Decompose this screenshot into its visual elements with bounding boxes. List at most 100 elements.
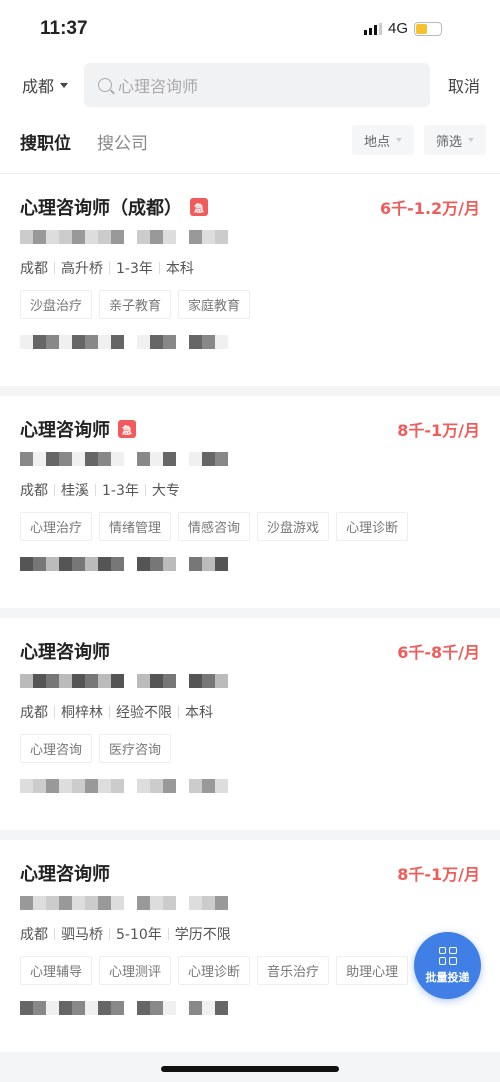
skill-tag: 心理测评	[99, 956, 172, 985]
meta-item: 本科	[165, 261, 194, 277]
meta-item: 桐梓林	[61, 705, 103, 721]
divider	[54, 484, 55, 496]
blurred-text	[20, 1001, 480, 1015]
location-filter[interactable]: 地点	[351, 125, 414, 155]
job-meta: 成都 驷马桥 5-10年 学历不限	[20, 924, 480, 944]
skill-tag: 情感咨询	[178, 512, 251, 541]
city-selector[interactable]: 成都	[22, 73, 84, 97]
signal-icon	[363, 22, 382, 35]
skill-tag: 情绪管理	[99, 512, 172, 541]
search-query: 心理咨询师	[118, 77, 199, 96]
salary: 6千-8千/月	[397, 643, 480, 662]
caret-down-icon	[60, 82, 69, 88]
search-bar: 成都 心理咨询师 取消	[0, 60, 500, 110]
skill-tag: 亲子教育	[99, 290, 172, 319]
job-meta: 成都 桂溪 1-3年 大专	[20, 480, 480, 500]
divider	[109, 928, 110, 940]
cancel-button[interactable]: 取消	[448, 73, 480, 97]
battery-icon	[414, 21, 442, 36]
salary: 8千-1万/月	[397, 421, 480, 440]
skill-tag: 心理治疗	[20, 512, 93, 541]
urgent-badge: 急	[118, 420, 136, 438]
job-meta: 成都 桐梓林 经验不限 本科	[20, 702, 480, 722]
meta-item: 成都	[20, 705, 48, 721]
blurred-text	[20, 896, 480, 910]
city-label: 成都	[22, 77, 55, 96]
tag-list: 心理治疗 情绪管理 情感咨询 沙盘游戏 心理诊断	[20, 512, 480, 541]
job-card[interactable]: 心理咨询师 6千-8千/月成都 桐梓林 经验不限 本科心理咨询 医疗咨询	[0, 618, 500, 830]
meta-item: 大专	[151, 483, 180, 499]
salary: 8千-1万/月	[397, 865, 480, 884]
meta-item: 桂溪	[61, 483, 89, 499]
tag-list: 沙盘治疗 亲子教育 家庭教育	[20, 290, 480, 319]
meta-item: 1-3年	[102, 483, 139, 499]
skill-tag: 心理辅导	[20, 956, 93, 985]
caret-down-icon	[468, 138, 474, 142]
meta-item: 成都	[20, 927, 48, 943]
skill-tag: 心理诊断	[336, 512, 409, 541]
job-title: 心理咨询师	[20, 864, 110, 885]
blurred-text	[20, 452, 480, 466]
batch-apply-button[interactable]: 批量投递	[414, 932, 481, 999]
divider	[109, 706, 110, 718]
divider	[109, 262, 110, 274]
search-input[interactable]: 心理咨询师	[84, 63, 430, 107]
job-title: 心理咨询师	[20, 642, 110, 663]
divider	[158, 262, 160, 274]
job-card[interactable]: 心理咨询师（成都） 急 6千-1.2万/月成都 高升桥 1-3年 本科沙盘治疗 亲子教育 家庭…	[0, 174, 500, 386]
divider	[54, 928, 55, 940]
home-indicator	[161, 1066, 339, 1072]
meta-item: 学历不限	[174, 927, 231, 943]
blurred-text	[20, 335, 480, 349]
status-bar: 11:37 4G	[0, 0, 500, 60]
blurred-text	[20, 779, 480, 793]
divider	[54, 262, 55, 274]
blurred-text	[20, 557, 480, 571]
skill-tag: 家庭教育	[178, 290, 251, 319]
filter-button[interactable]: 筛选	[423, 125, 486, 155]
blurred-text	[20, 230, 480, 244]
clock: 11:37	[40, 18, 88, 39]
filter-label: 筛选	[435, 134, 462, 150]
skill-tag: 医疗咨询	[99, 734, 172, 763]
skill-tag: 心理诊断	[178, 956, 251, 985]
skill-tag: 助理心理	[336, 956, 409, 985]
tag-list: 心理辅导 心理测评 心理诊断 音乐治疗 助理心理	[20, 956, 480, 985]
location-filter-label: 地点	[363, 134, 390, 150]
job-card[interactable]: 心理咨询师急 8千-1万/月成都 桂溪 1-3年 大专心理治疗 情绪管理 情感咨询 沙盘游戏心…	[0, 396, 500, 608]
divider	[178, 706, 179, 718]
tag-list: 心理咨询 医疗咨询	[20, 734, 480, 763]
skill-tag: 沙盘游戏	[257, 512, 330, 541]
skill-tag: 心理咨询	[20, 734, 93, 763]
divider	[144, 484, 146, 496]
meta-item: 成都	[20, 261, 48, 277]
job-title: 心理咨询师（成都）	[20, 198, 182, 219]
tab-bar: 搜职位 搜公司 地点 筛选	[0, 110, 500, 178]
tab-companies[interactable]: 搜公司	[97, 129, 148, 154]
divider	[95, 484, 96, 496]
status-icons: 4G	[363, 20, 442, 37]
skill-tag: 音乐治疗	[257, 956, 330, 985]
meta-item: 成都	[20, 483, 48, 499]
salary: 6千-1.2万/月	[380, 199, 480, 218]
meta-item: 经验不限	[116, 705, 172, 721]
divider	[54, 706, 55, 718]
meta-item: 本科	[185, 705, 213, 721]
divider	[167, 928, 169, 940]
urgent-badge: 急	[190, 198, 208, 216]
job-list: 心理咨询师（成都）急 6千-1.2万/月 成都 高升桥 1-3年 本科 沙盘治疗 亲子教育 家庭…	[0, 174, 500, 1052]
job-meta: 成都 高升桥 1-3年 本科	[20, 258, 480, 278]
meta-item: 5-10年	[116, 927, 162, 943]
meta-item: 高升桥	[61, 261, 103, 277]
meta-item: 1-3年	[116, 261, 153, 277]
skill-tag: 沙盘治疗	[20, 290, 93, 319]
batch-grid-icon	[438, 946, 457, 965]
network-label: 4G	[387, 20, 408, 37]
meta-item: 驷马桥	[61, 927, 103, 943]
batch-apply-label: 批量投递	[425, 970, 470, 984]
tab-jobs[interactable]: 搜职位	[20, 129, 71, 178]
caret-down-icon	[395, 138, 402, 142]
job-title: 心理咨询师	[20, 420, 110, 441]
search-icon	[98, 78, 112, 92]
blurred-text	[20, 674, 480, 688]
